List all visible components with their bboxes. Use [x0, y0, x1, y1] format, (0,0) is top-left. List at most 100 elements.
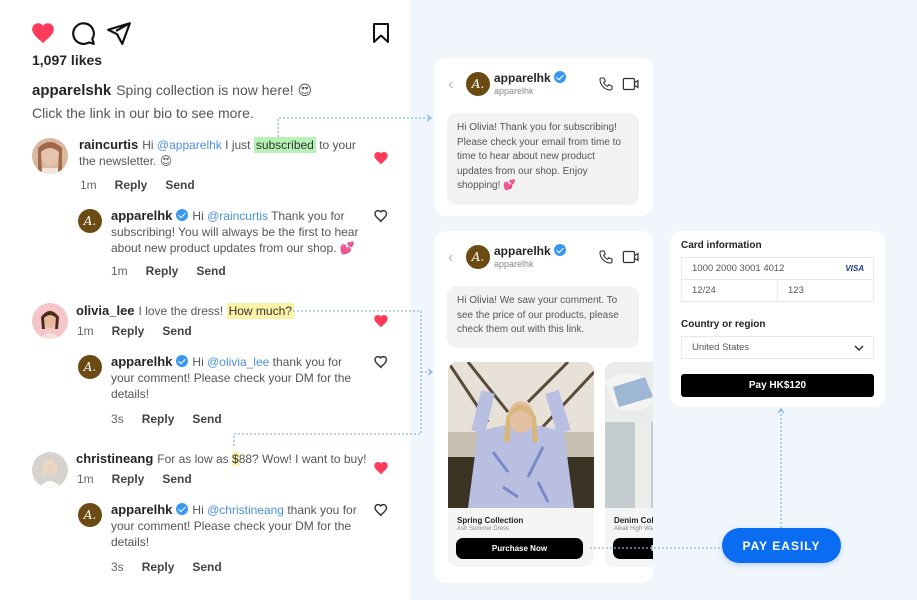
back-chevron-icon[interactable]: ‹ — [448, 76, 453, 94]
country-select[interactable]: United States — [681, 336, 874, 359]
caption-username[interactable]: apparelshk — [32, 82, 111, 99]
purchase-now-button[interactable]: Purchase Now — [456, 538, 583, 559]
reply-username[interactable]: apparelhk — [111, 208, 172, 223]
reply-text: apparelhk Hi @christineang thank you for … — [111, 502, 366, 550]
product-subtitle: Alkali High Wa — [614, 526, 653, 532]
reply-button[interactable]: Reply — [142, 560, 175, 574]
send-button[interactable]: Send — [162, 472, 191, 486]
post-caption: apparelshk Sping collection is now here! … — [32, 79, 402, 124]
country-value: United States — [692, 342, 750, 353]
brand-avatar[interactable]: A. — [466, 72, 490, 96]
reply-button[interactable]: Reply — [112, 472, 145, 486]
purchase-now-button[interactable]: P — [613, 538, 653, 559]
card-info-label: Card information — [681, 240, 762, 251]
dm-username-text: apparelhk — [494, 71, 551, 85]
heart-filled-icon[interactable] — [373, 313, 389, 329]
dm-message: Hi Olivia! Thank you for subscribing! Pl… — [447, 113, 639, 205]
card-number-input[interactable]: 1000 2000 3001 4012 VISA — [681, 257, 874, 280]
comment-text: raincurtis Hi @apparelhk I just subscribe… — [79, 137, 364, 169]
phone-icon[interactable] — [598, 249, 614, 265]
comment-icon[interactable] — [70, 20, 96, 46]
reply-time: 3s — [111, 560, 124, 574]
comment-body: 88? Wow! I want to buy! — [238, 452, 367, 466]
reply-username[interactable]: apparelhk — [111, 354, 172, 369]
post-panel: 1,097 likes apparelshk Sping collection i… — [0, 0, 410, 600]
mention-link[interactable]: @apparelhk — [157, 138, 222, 152]
dm-header: ‹ A. apparelhk apparelhk — [448, 243, 640, 273]
verified-badge-icon — [554, 71, 567, 83]
comment-body: I love the dress! — [138, 304, 227, 318]
bookmark-icon[interactable] — [369, 20, 395, 46]
cvc-value: 123 — [788, 285, 804, 296]
dm-handle: apparelhk — [494, 259, 534, 269]
comment-username[interactable]: raincurtis — [79, 137, 138, 152]
comment-body: Hi — [142, 138, 157, 152]
video-call-icon[interactable] — [622, 76, 640, 92]
phone-icon[interactable] — [598, 76, 614, 92]
send-button[interactable]: Send — [165, 178, 194, 192]
brand-avatar[interactable]: A. — [78, 209, 102, 233]
comment-text: christineang For as low as $88? Wow! I wa… — [76, 451, 376, 467]
product-card[interactable]: Spring Collection Ash Summer Dress Purch… — [448, 362, 594, 567]
comment-body: I just — [221, 138, 254, 152]
heart-filled-icon[interactable] — [373, 150, 389, 166]
verified-badge-icon — [176, 355, 189, 367]
chevron-down-icon — [854, 345, 864, 352]
reply-button[interactable]: Reply — [146, 264, 179, 278]
verified-badge-icon — [176, 503, 189, 515]
mention-link[interactable]: @christineang — [207, 503, 284, 517]
share-icon[interactable] — [106, 20, 132, 46]
reply-meta: 3s Reply Send — [111, 560, 240, 574]
comment-meta: 1m Reply Send — [80, 178, 213, 192]
reply-button[interactable]: Reply — [142, 412, 175, 426]
brand-avatar[interactable]: A. — [78, 355, 102, 379]
reply-body: Hi — [192, 503, 208, 517]
arrow-head-icon — [777, 407, 785, 414]
comment-username[interactable]: olivia_lee — [76, 303, 135, 318]
visa-icon: VISA — [845, 264, 864, 273]
country-label: Country or region — [681, 319, 766, 330]
arrow-head-icon — [427, 368, 434, 376]
caption-text: Sping collection is now here! 😍 — [116, 82, 313, 98]
heart-outline-icon[interactable] — [373, 208, 389, 224]
heart-outline-icon[interactable] — [373, 354, 389, 370]
arrow-head-icon — [426, 114, 433, 122]
cvc-input[interactable]: 123 — [777, 279, 874, 302]
comment-meta: 1m Reply Send — [77, 324, 210, 338]
reply-button[interactable]: Reply — [112, 324, 145, 338]
pay-easily-button[interactable]: PAY EASILY — [722, 528, 841, 563]
avatar-christineang[interactable] — [32, 452, 68, 488]
send-button[interactable]: Send — [196, 264, 225, 278]
comment-time: 1m — [77, 324, 94, 338]
caption-text-line2: Click the link in our bio to see more. — [32, 105, 254, 121]
comment-body: to your — [315, 138, 356, 152]
mention-link[interactable]: @olivia_lee — [207, 355, 269, 369]
send-button[interactable]: Send — [162, 324, 191, 338]
video-call-icon[interactable] — [622, 249, 640, 265]
heart-outline-icon[interactable] — [373, 502, 389, 518]
reply-time: 1m — [111, 264, 128, 278]
brand-avatar[interactable]: A. — [466, 245, 490, 269]
send-button[interactable]: Send — [192, 412, 221, 426]
product-card[interactable]: Denim Col Alkali High Wa P — [605, 362, 653, 567]
highlighted-keyword: How much? — [226, 303, 294, 319]
heart-filled-icon[interactable] — [30, 20, 56, 46]
reply-username[interactable]: apparelhk — [111, 502, 172, 517]
reply-button[interactable]: Reply — [115, 178, 148, 192]
comment-username[interactable]: christineang — [76, 451, 153, 466]
avatar-raincurtis[interactable] — [32, 138, 68, 174]
mention-link[interactable]: @raincurtis — [207, 209, 268, 223]
expiry-input[interactable]: 12/24 — [681, 279, 778, 302]
payment-card: Card information 1000 2000 3001 4012 VIS… — [670, 231, 885, 407]
avatar-olivia-lee[interactable] — [32, 303, 68, 339]
reply-body: Hi — [192, 355, 208, 369]
brand-avatar[interactable]: A. — [78, 503, 102, 527]
comment-time: 1m — [77, 472, 94, 486]
pay-button[interactable]: Pay HK$120 — [681, 374, 874, 397]
comment-time: 1m — [80, 178, 97, 192]
heart-filled-icon[interactable] — [373, 460, 389, 476]
likes-count[interactable]: 1,097 likes — [32, 52, 102, 68]
send-button[interactable]: Send — [192, 560, 221, 574]
dm-card-products: ‹ A. apparelhk apparelhk Hi Olivia! We s… — [434, 231, 653, 583]
back-chevron-icon[interactable]: ‹ — [448, 249, 453, 267]
